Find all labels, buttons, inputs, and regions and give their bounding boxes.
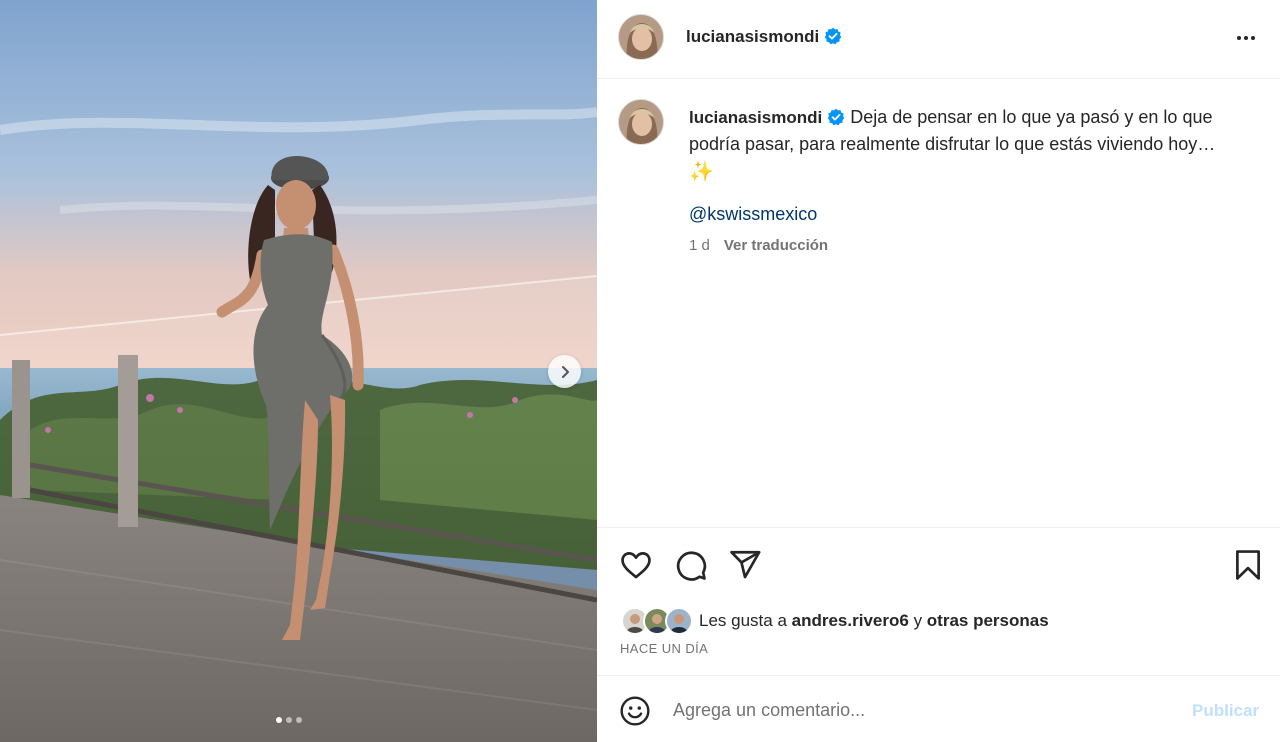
- comment-icon: [676, 551, 707, 581]
- comment-bar: Publicar: [597, 675, 1280, 742]
- liker-username-link[interactable]: andres.rivero6: [792, 611, 909, 630]
- author-username[interactable]: lucianasismondi: [686, 27, 842, 47]
- more-options-button[interactable]: [1233, 27, 1259, 49]
- author-avatar[interactable]: [618, 14, 664, 60]
- caption-username[interactable]: lucianasismondi: [689, 108, 822, 127]
- save-button[interactable]: [1231, 548, 1265, 582]
- share-button[interactable]: [728, 548, 762, 582]
- caption-time: 1 d: [689, 237, 710, 254]
- liker-avatars: [621, 607, 693, 635]
- verified-badge-icon: [824, 27, 842, 45]
- carousel-indicator: [276, 717, 302, 723]
- more-dot-icon: [1237, 36, 1241, 40]
- liker-avatar: [665, 607, 693, 635]
- comment-button[interactable]: [674, 548, 708, 582]
- post-details-panel: lucianasismondi lucianasismondi Deja de …: [597, 0, 1280, 742]
- chevron-right-icon: [561, 365, 569, 378]
- caption-avatar[interactable]: [618, 99, 664, 145]
- bookmark-icon: [1236, 550, 1260, 580]
- author-username-text[interactable]: lucianasismondi: [686, 27, 819, 46]
- likes-text: Les gusta a andres.rivero6 y otras perso…: [699, 611, 1049, 631]
- likes-others-link[interactable]: otras personas: [927, 611, 1049, 630]
- verified-badge-icon: [827, 108, 845, 126]
- next-slide-button[interactable]: [548, 355, 581, 388]
- carousel-dot: [296, 717, 302, 723]
- post-timestamp[interactable]: HACE UN DÍA: [620, 641, 708, 656]
- sparkles-emoji: ✨: [689, 161, 714, 183]
- carousel-dot: [286, 717, 292, 723]
- avatar-image: [619, 15, 663, 59]
- comment-input[interactable]: [673, 694, 1173, 726]
- caption-text-block: lucianasismondi Deja de pensar en lo que…: [689, 104, 1259, 183]
- carousel-dot-active: [276, 717, 282, 723]
- avatar-image: [619, 100, 663, 144]
- mention-link[interactable]: @kswissmexico: [689, 204, 817, 225]
- see-translation-button[interactable]: Ver traducción: [724, 237, 828, 254]
- like-button[interactable]: [619, 548, 653, 582]
- post-photo: [0, 0, 597, 742]
- more-dot-icon: [1251, 36, 1255, 40]
- publish-button[interactable]: Publicar: [1192, 701, 1259, 721]
- post-header: lucianasismondi: [597, 0, 1280, 79]
- likes-joiner: y: [913, 611, 923, 630]
- heart-icon: [621, 552, 651, 579]
- emoji-picker-button[interactable]: [619, 695, 651, 727]
- likes-prefix: Les gusta a: [699, 611, 787, 630]
- post-media[interactable]: [0, 0, 597, 742]
- caption-section: lucianasismondi Deja de pensar en lo que…: [597, 80, 1280, 528]
- smiley-icon: [620, 696, 650, 726]
- share-icon: [730, 550, 761, 579]
- more-dot-icon: [1244, 36, 1248, 40]
- likes-summary[interactable]: Les gusta a andres.rivero6 y otras perso…: [621, 606, 1049, 636]
- action-bar: [597, 540, 1280, 590]
- caption-meta: 1 d Ver traducción: [689, 237, 828, 254]
